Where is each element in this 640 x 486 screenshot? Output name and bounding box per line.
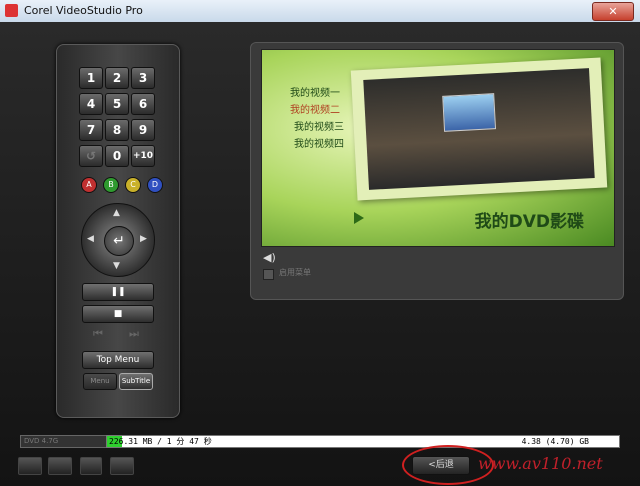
key-plus10[interactable]: +10 (131, 145, 155, 167)
watermark: www.av110.net (478, 454, 603, 473)
window-title: Corel VideoStudio Pro (24, 4, 143, 17)
right-arrow-icon[interactable]: ▶ (140, 234, 147, 244)
top-menu-button[interactable]: Top Menu (82, 351, 154, 369)
stop-button[interactable]: ■ (82, 305, 154, 323)
preview-panel: 我的视频一 我的视频二 我的视频三 我的视频四 我的DVD影碟 ◀) 启用菜单 (250, 42, 624, 300)
capacity-used-text: 226.31 MB / 1 分 47 秒 (109, 437, 212, 446)
key-4[interactable]: 4 (79, 93, 103, 115)
subtitle-button[interactable]: SubTitle (119, 373, 153, 390)
disc-type-select[interactable]: DVD 4.7G (20, 435, 109, 448)
app-icon (5, 4, 18, 17)
enter-icon[interactable]: ↵ (104, 226, 134, 256)
disc-icon[interactable] (80, 457, 102, 475)
menu-item-video-2[interactable]: 我的视频二 (290, 101, 340, 116)
key-6[interactable]: 6 (131, 93, 155, 115)
key-7[interactable]: 7 (79, 119, 103, 141)
photo-frame (350, 57, 608, 201)
pause-button[interactable]: ❚❚ (82, 283, 154, 301)
menu-button[interactable]: Menu (83, 373, 117, 390)
lecture-photo (363, 68, 595, 190)
color-button-d[interactable]: D (147, 177, 163, 193)
printer-icon[interactable] (110, 457, 134, 475)
color-button-b[interactable]: B (103, 177, 119, 193)
menu-item-video-4[interactable]: 我的视频四 (294, 135, 344, 150)
dvd-menu-preview[interactable]: 我的视频一 我的视频二 我的视频三 我的视频四 我的DVD影碟 (261, 49, 615, 247)
up-arrow-icon[interactable]: ▲ (113, 208, 120, 218)
menu-checkbox-label: 启用菜单 (279, 268, 311, 277)
title-bar: Corel VideoStudio Pro ✕ (0, 0, 640, 23)
key-8[interactable]: 8 (105, 119, 129, 141)
speaker-icon[interactable]: ◀) (263, 251, 276, 264)
gear-icon[interactable] (48, 457, 72, 475)
key-1[interactable]: 1 (79, 67, 103, 89)
left-arrow-icon[interactable]: ◀ (87, 234, 94, 244)
capacity-bar: DVD 4.7G 226.31 MB / 1 分 47 秒 4.38 (4.70… (20, 435, 620, 448)
capacity-total-text: 4.38 (4.70) GB (521, 437, 589, 446)
key-3[interactable]: 3 (131, 67, 155, 89)
down-arrow-icon[interactable]: ▼ (113, 261, 120, 271)
next-chapter-icon[interactable]: ⏭ (129, 327, 139, 341)
dvd-title: 我的DVD影碟 (474, 212, 584, 232)
key-5[interactable]: 5 (105, 93, 129, 115)
menu-checkbox[interactable] (263, 269, 274, 280)
key-9[interactable]: 9 (131, 119, 155, 141)
close-button[interactable]: ✕ (592, 2, 634, 21)
previous-chapter-icon[interactable]: ⏮ (93, 327, 103, 341)
undo-key-icon[interactable]: ↺ (79, 145, 103, 167)
key-0[interactable]: 0 (105, 145, 129, 167)
play-arrow-icon[interactable] (354, 212, 364, 224)
remote-control: 1 2 3 4 5 6 7 8 9 ↺ 0 +10 A B C D ▲ ▼ ◀ … (56, 44, 180, 418)
menu-item-video-1[interactable]: 我的视频一 (290, 84, 340, 99)
projector-screen (442, 93, 497, 132)
color-button-c[interactable]: C (125, 177, 141, 193)
direction-pad[interactable]: ▲ ▼ ◀ ▶ ↵ (81, 203, 155, 277)
menu-item-video-3[interactable]: 我的视频三 (294, 118, 344, 133)
key-2[interactable]: 2 (105, 67, 129, 89)
settings-icon[interactable] (18, 457, 42, 475)
color-button-a[interactable]: A (81, 177, 97, 193)
capacity-track: 226.31 MB / 1 分 47 秒 4.38 (4.70) GB (106, 435, 620, 448)
